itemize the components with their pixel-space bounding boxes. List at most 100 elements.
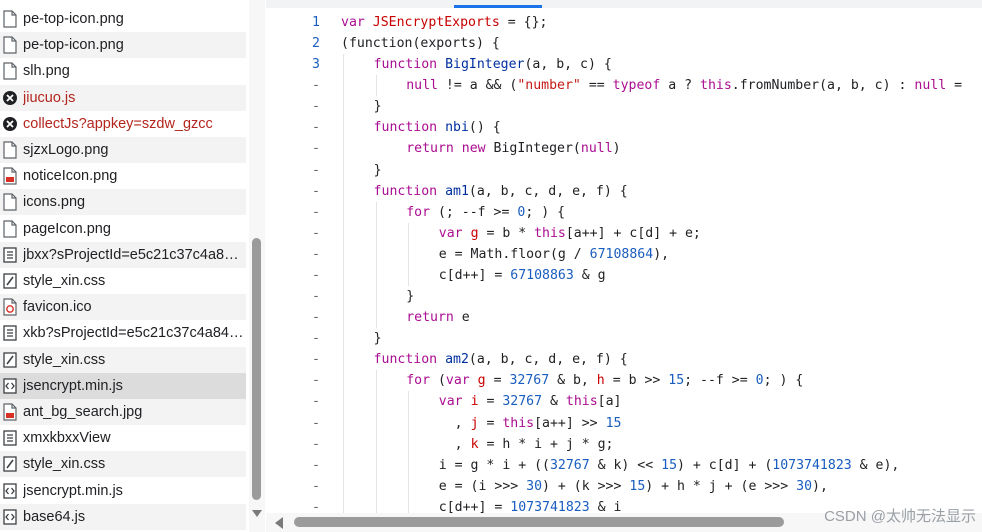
source-tab-strip bbox=[266, 0, 982, 8]
file-name: noticeIcon.png bbox=[23, 168, 118, 185]
file-name: style_xin.css bbox=[23, 351, 106, 368]
file-list-scrollbar-thumb[interactable] bbox=[252, 238, 261, 500]
file-list-item[interactable]: favicon.ico bbox=[0, 294, 246, 321]
code-token: j bbox=[470, 415, 479, 431]
network-file-list: pe-top-icon.png pe-top-icon.png slh.png jiu… bbox=[0, 0, 267, 532]
code-token: var bbox=[438, 394, 471, 410]
code-line: - function am1(a, b, c, d, e, f) { bbox=[266, 181, 982, 202]
code-line: - function am2(a, b, c, d, e, f) { bbox=[266, 349, 982, 370]
code-token: } bbox=[373, 99, 382, 115]
file-list-item[interactable]: jsencrypt.min.js bbox=[0, 372, 246, 399]
code-token: var bbox=[341, 15, 373, 30]
code-token: (function(exports) { bbox=[341, 36, 500, 52]
active-tab-indicator bbox=[454, 5, 542, 8]
code-token: [a] bbox=[597, 394, 622, 410]
code-token: 32767 bbox=[509, 373, 550, 389]
code-text: } bbox=[406, 286, 414, 307]
file-name: collectJs?appkey=szdw_gzcc bbox=[23, 115, 213, 132]
code-text: e = (i >>> 30) + (k >>> 15) + h * j + (e… bbox=[439, 476, 828, 497]
code-line: - return new BigInteger(null) bbox=[266, 138, 982, 159]
file-list-item[interactable]: jbxx?sProjectId=e5c21c37c4a8… bbox=[0, 241, 246, 268]
file-list-item[interactable]: pe-top-icon.png bbox=[0, 32, 246, 59]
code-text: } bbox=[374, 160, 382, 181]
scroll-left-arrow-icon[interactable] bbox=[274, 516, 286, 529]
code-token: for bbox=[406, 204, 431, 220]
code-token: (a, b, c, d, e, f) { bbox=[468, 352, 628, 368]
file-list-scrollbar[interactable] bbox=[249, 0, 265, 532]
file-name: icons.png bbox=[23, 194, 86, 211]
code-token: = bbox=[946, 78, 963, 94]
code-text: (function(exports) { bbox=[341, 33, 500, 54]
code-line: - for (; --f >= 0; ) { bbox=[266, 202, 982, 223]
code-line: -} bbox=[266, 160, 982, 181]
file-list-item[interactable]: slh.png bbox=[0, 58, 246, 84]
code-token: this bbox=[502, 415, 535, 431]
code-horizontal-scrollbar-thumb[interactable] bbox=[294, 517, 784, 527]
file-name: xkb?sProjectId=e5c21c37c4a84… bbox=[23, 325, 244, 342]
file-list-item[interactable]: xmxkbxxView bbox=[0, 425, 246, 451]
file-list-item[interactable]: style_xin.css bbox=[0, 346, 246, 373]
file-icon bbox=[2, 141, 18, 159]
code-token: .fromNumber(a, b, c) : bbox=[731, 78, 915, 94]
file-list-item[interactable]: collectJs?appkey=szdw_gzcc bbox=[0, 111, 246, 137]
file-list-item[interactable]: ant_bg_search.jpg bbox=[0, 399, 246, 425]
file-list-item[interactable]: style_xin.css bbox=[0, 268, 246, 294]
code-text: function nbi() { bbox=[374, 117, 501, 138]
code-token: ) bbox=[612, 141, 621, 157]
code-line: -e = (i >>> 30) + (k >>> 15) + h * j + (… bbox=[266, 476, 982, 497]
file-list-item[interactable]: icons.png bbox=[0, 189, 246, 216]
code-token: & b, bbox=[549, 373, 597, 389]
code-text: return e bbox=[406, 307, 470, 328]
file-list-item[interactable]: style_xin.css bbox=[0, 451, 246, 478]
code-token: 32767 bbox=[502, 394, 543, 410]
code-line: - return e bbox=[266, 307, 982, 328]
file-list-item[interactable]: xkb?sProjectId=e5c21c37c4a84… bbox=[0, 320, 246, 346]
file-list-item[interactable]: jsencrypt.min.js bbox=[0, 478, 246, 504]
code-token: } bbox=[406, 289, 415, 305]
file-name: ant_bg_search.jpg bbox=[23, 404, 143, 420]
code-token: c[d++] = bbox=[438, 267, 511, 283]
file-list-item[interactable]: noticeIcon.png bbox=[0, 163, 246, 189]
script-icon bbox=[2, 482, 18, 500]
line-number: - bbox=[312, 120, 320, 136]
line-number: - bbox=[312, 394, 320, 410]
code-token: } bbox=[373, 331, 382, 347]
code-text: function am1(a, b, c, d, e, f) { bbox=[374, 181, 628, 202]
code-token: g bbox=[477, 373, 486, 389]
code-token: this bbox=[700, 78, 732, 94]
code-token: = bbox=[478, 394, 503, 410]
line-number: - bbox=[312, 204, 320, 220]
code-line: - i = g * i + ((32767 & k) << 15) + c[d] … bbox=[266, 455, 982, 476]
code-text: , k = h * i + j * g; bbox=[439, 434, 614, 455]
code-token: = bbox=[485, 373, 510, 389]
code-text: return new BigInteger(null) bbox=[406, 138, 620, 159]
line-number: 1 bbox=[312, 15, 320, 30]
scroll-down-arrow-icon[interactable] bbox=[251, 508, 263, 520]
code-token: } bbox=[373, 162, 382, 178]
code-line: - var i = 32767 & this[a] bbox=[266, 391, 982, 412]
file-name: jsencrypt.min.js bbox=[23, 377, 123, 394]
code-token: & e), bbox=[851, 457, 900, 473]
code-text: e = Math.floor(g / 67108864), bbox=[439, 244, 669, 265]
file-list-item[interactable]: base64.js bbox=[0, 503, 246, 530]
code-line: 1 var JSEncryptExports = {}; bbox=[266, 12, 982, 33]
line-number: - bbox=[312, 310, 320, 326]
code-token: = {}; bbox=[499, 15, 548, 30]
file-list-item[interactable]: pe-top-icon.png bbox=[0, 6, 246, 32]
code-token: ) + c[d] + ( bbox=[677, 457, 773, 473]
file-list-item[interactable]: pageIcon.png bbox=[0, 216, 246, 242]
code-line: - var g = b * this[a++] + c[d] + e; bbox=[266, 223, 982, 244]
code-token: a ? bbox=[660, 78, 700, 94]
code-token: h bbox=[596, 373, 605, 389]
code-token: ; ) { bbox=[525, 204, 566, 220]
file-list-item[interactable]: sjzxLogo.png bbox=[0, 137, 246, 163]
code-line: -} bbox=[266, 328, 982, 349]
code-line: - , k = h * i + j * g; bbox=[266, 434, 982, 455]
code-token: i = g * i + (( bbox=[438, 457, 550, 473]
code-token: != a && ( bbox=[437, 78, 518, 94]
file-list-item[interactable]: jiucuo.js bbox=[0, 84, 246, 111]
file-name: pe-top-icon.png bbox=[23, 37, 124, 54]
file-icon bbox=[2, 62, 18, 80]
line-number: - bbox=[312, 99, 320, 115]
code-text: for (; --f >= 0; ) { bbox=[406, 202, 565, 223]
